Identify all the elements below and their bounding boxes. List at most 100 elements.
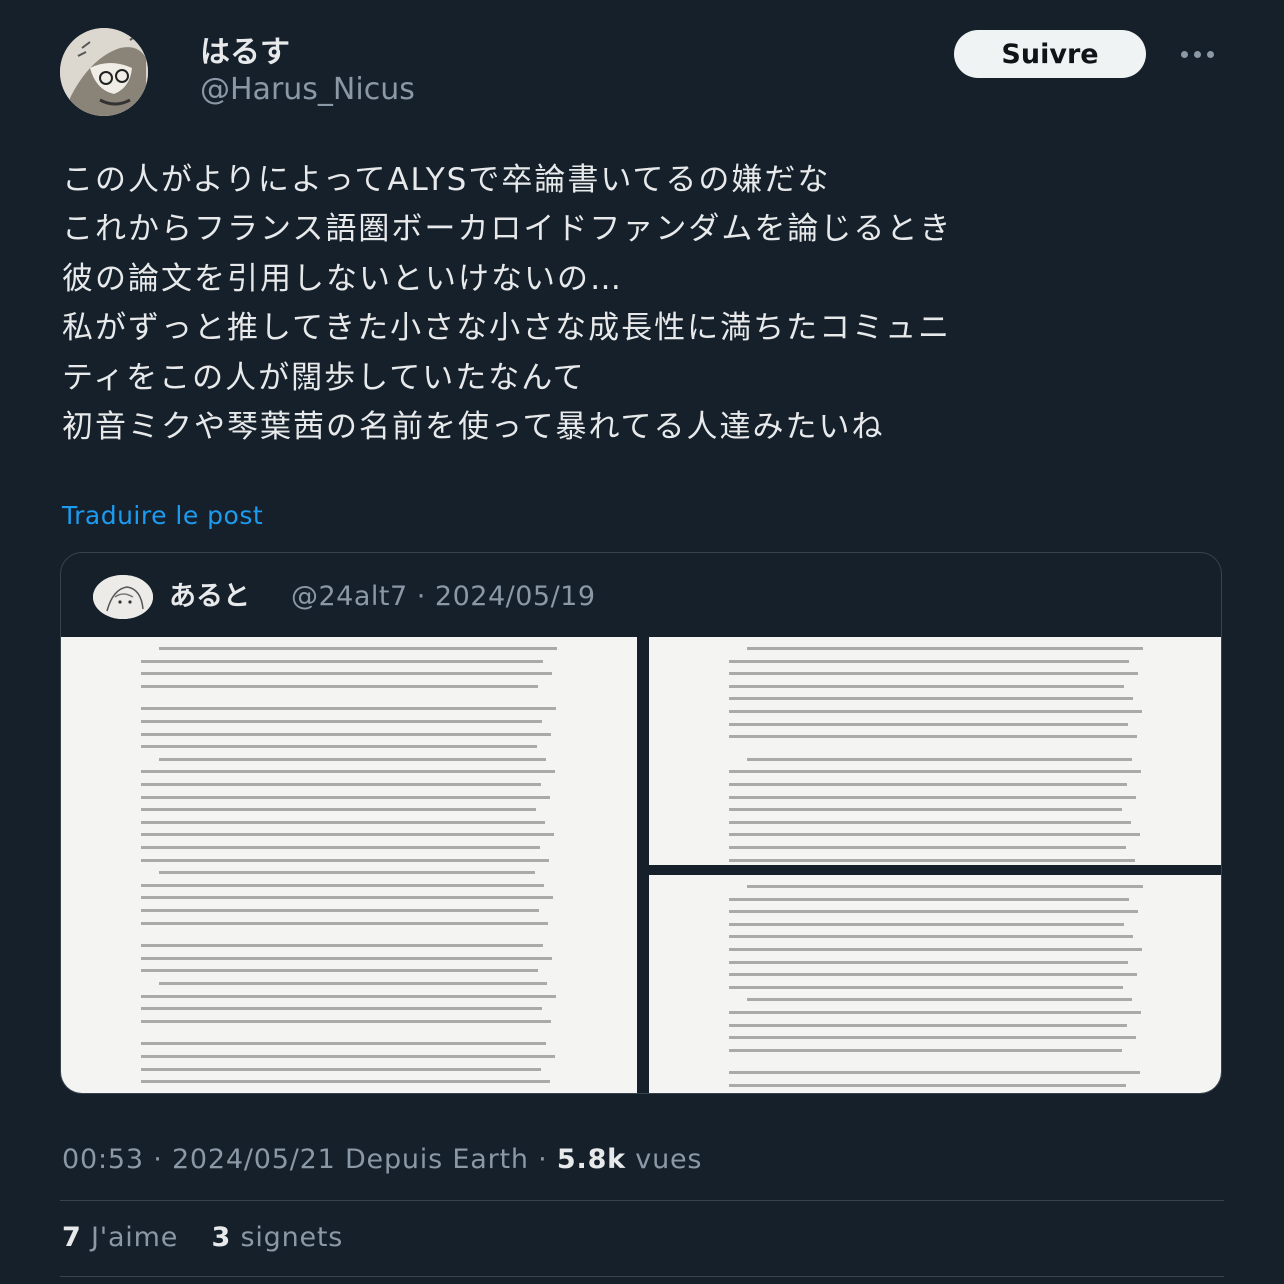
document-text-line (141, 956, 552, 960)
follow-button[interactable]: Suivre (954, 30, 1146, 78)
document-text-line (159, 757, 546, 761)
document-text-line (729, 1036, 1136, 1040)
tweet-text: この人がよりによってALYSで卒論書いてるの嫌だな これからフランス語圏ボーカロ… (62, 156, 1242, 452)
document-text-line (141, 720, 542, 723)
document-text-line (141, 783, 541, 786)
document-text-line (729, 735, 1137, 739)
tweet-line: この人がよりによってALYSで卒論書いてるの嫌だな (62, 162, 831, 198)
document-text-line (159, 871, 535, 875)
bookmarks-count: 3 (211, 1222, 232, 1253)
document-text-line (729, 910, 1138, 914)
translate-post-link[interactable]: Traduire le post (62, 500, 263, 532)
document-text-line (729, 960, 1128, 964)
document-text-line (141, 1067, 541, 1071)
more-dot (1193, 50, 1201, 58)
tweet-line: 初音ミクや琴葉茜の名前を使って暴れてる人達みたいね (62, 409, 885, 446)
document-text-line (141, 684, 538, 688)
document-text-line (141, 921, 548, 925)
author-display-name[interactable]: はるす (200, 34, 290, 72)
divider (60, 1200, 1224, 1201)
likes-stat[interactable]: 7 J'aime (62, 1222, 178, 1253)
document-text-line (729, 948, 1142, 951)
likes-label: J'aime (81, 1222, 179, 1253)
document-text-line (729, 659, 1129, 663)
document-text-line (729, 858, 1135, 862)
quoted-author-avatar[interactable] (93, 575, 153, 619)
document-text-line (729, 1023, 1127, 1027)
document-text-line (729, 846, 1126, 849)
document-text-line (729, 697, 1133, 701)
post-meta: 00:53 · 2024/05/21 Depuis Earth · 5.8k v… (62, 1140, 702, 1180)
document-text-line (141, 858, 549, 862)
document-text-line (141, 909, 539, 912)
document-text-line (141, 969, 538, 973)
quoted-author-name[interactable]: あると (169, 579, 250, 615)
document-text-line (141, 808, 536, 812)
author-avatar[interactable] (60, 28, 148, 116)
document-text-line (141, 732, 551, 736)
bookmarks-stat[interactable]: 3 signets (212, 1222, 344, 1253)
document-text-line (747, 885, 1143, 888)
document-text-line (141, 672, 552, 676)
document-text-line (141, 883, 544, 887)
document-text-line (729, 1048, 1122, 1052)
document-text-line (729, 684, 1124, 688)
tweet-line: 私がずっと推してきた小さな小さな成長性に満ちたコミュニ (62, 310, 952, 347)
document-text-line (747, 757, 1132, 761)
document-text-line (159, 982, 547, 985)
divider (60, 1276, 1224, 1277)
document-text-line (729, 1011, 1141, 1014)
document-text-line (141, 1042, 546, 1046)
quoted-tweet-card[interactable]: あると @24alt7 · 2024/05/19 (60, 552, 1222, 1094)
document-text-line (141, 820, 545, 824)
attached-document-image[interactable] (61, 637, 637, 1093)
document-text-line (141, 944, 543, 948)
document-text-line (729, 1084, 1126, 1087)
document-text-line (729, 795, 1136, 799)
document-text-line (729, 973, 1137, 977)
document-text-line (141, 745, 537, 749)
document-text-line (141, 896, 553, 900)
more-dot (1206, 50, 1214, 58)
document-text-line (729, 833, 1140, 837)
document-text-line (141, 770, 555, 774)
quoted-author-meta[interactable]: @24alt7 · 2024/05/19 (291, 579, 596, 615)
document-text-line (747, 647, 1143, 650)
tweet-line: これからフランス語圏ボーカロイドファンダムを論じるとき (62, 211, 953, 248)
document-text-line (729, 710, 1142, 713)
document-text-line (141, 1019, 551, 1023)
document-text-line (729, 922, 1124, 926)
author-handle[interactable]: @Harus_Nicus (200, 72, 415, 108)
post-timestamp[interactable]: 00:53 · 2024/05/21 Depuis Earth · (62, 1144, 557, 1175)
more-dot (1180, 50, 1188, 58)
views-label: vues (625, 1144, 703, 1175)
more-options-icon[interactable] (1172, 36, 1222, 72)
document-text-line (729, 770, 1141, 774)
document-text-line (141, 994, 556, 998)
engagement-stats: 7 J'aime 3 signets (62, 1218, 367, 1258)
document-text-line (141, 1080, 550, 1084)
document-text-line (141, 707, 556, 711)
tweet-page: はるす @Harus_Nicus Suivre この人がよりによってALYSで卒… (0, 0, 1284, 1284)
document-text-line (141, 1007, 542, 1011)
document-text-line (729, 1071, 1140, 1075)
document-text-line (141, 833, 554, 837)
views-count: 5.8k (556, 1144, 626, 1175)
document-text-line (141, 659, 543, 663)
bookmarks-label: signets (231, 1222, 344, 1253)
document-text-line (729, 783, 1127, 786)
document-text-line (159, 647, 557, 650)
attached-document-image[interactable] (649, 875, 1221, 1093)
likes-count: 7 (62, 1222, 82, 1253)
tweet-line: 彼の論文を引用しないといけないの… (62, 260, 623, 297)
attached-document-image[interactable] (649, 637, 1221, 865)
document-text-lines (61, 637, 637, 1093)
document-text-line (729, 985, 1123, 989)
document-text-line (729, 672, 1138, 676)
avatar-illustration (60, 28, 148, 116)
document-text-line (729, 808, 1122, 812)
tweet-line: ティをこの人が闊歩していたなんて (62, 359, 586, 396)
document-text-line (729, 935, 1133, 939)
document-text-lines (649, 637, 1221, 865)
document-text-line (729, 820, 1131, 824)
